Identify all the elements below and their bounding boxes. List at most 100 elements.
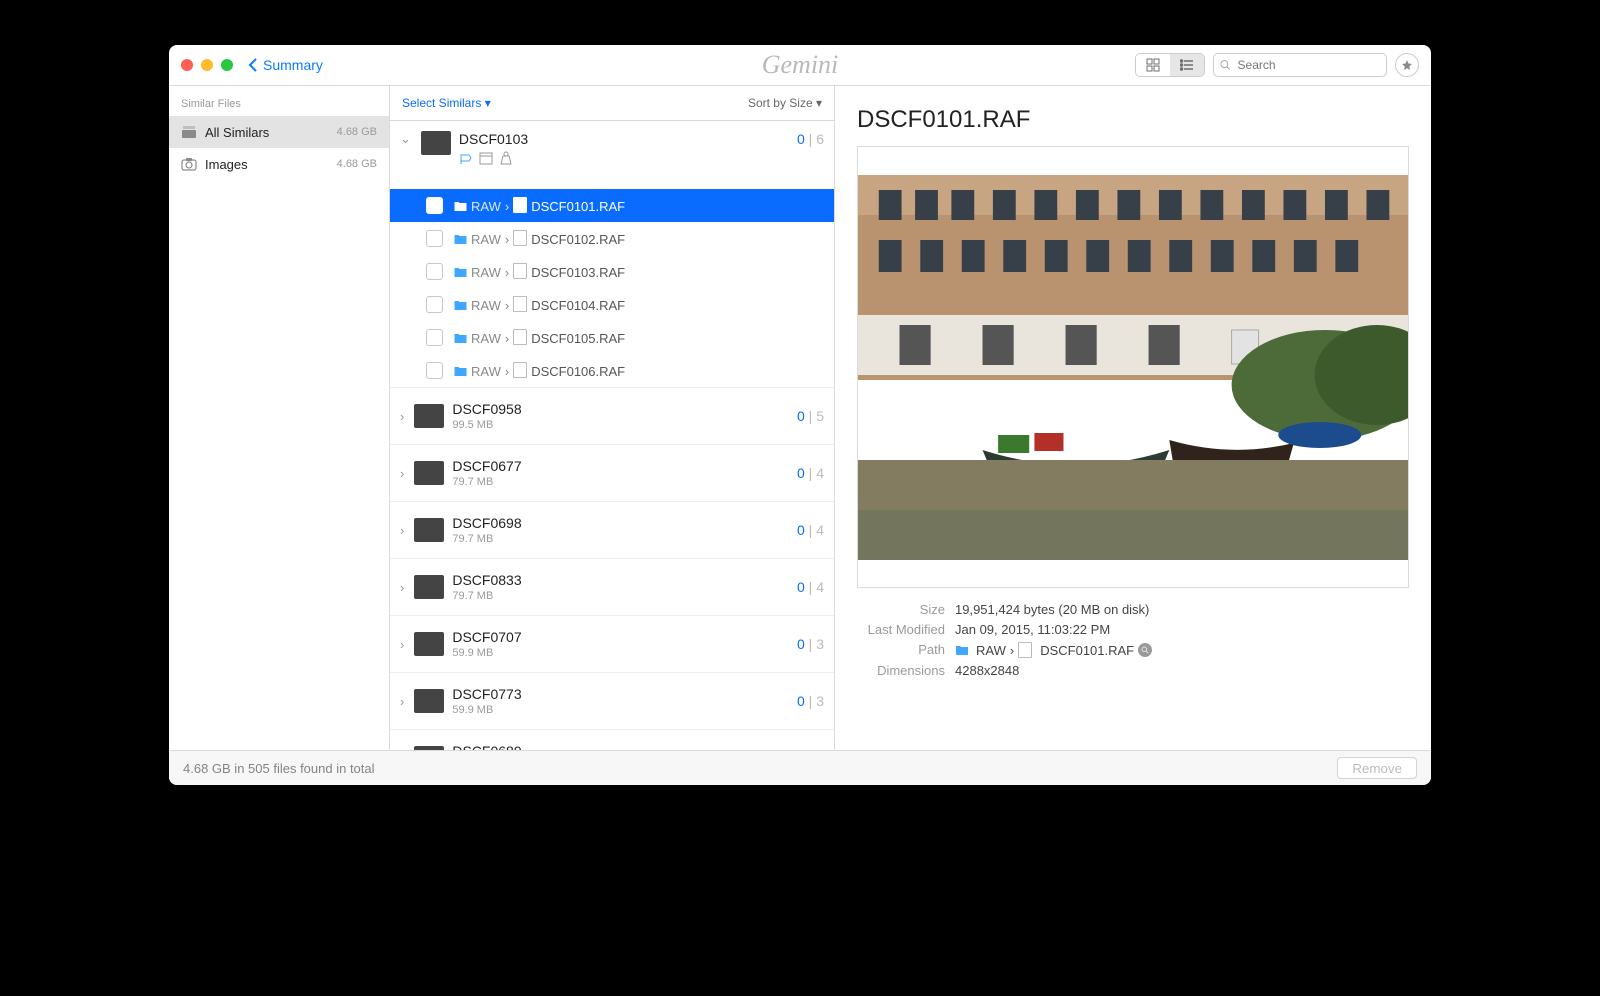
file-breadcrumb: RAW›DSCF0103.RAF xyxy=(471,263,625,280)
chevron-right-icon: › xyxy=(400,637,404,652)
star-icon xyxy=(1401,59,1413,71)
checkbox[interactable] xyxy=(426,362,443,379)
grid-view-button[interactable] xyxy=(1136,54,1170,76)
group-size: 99.5 MB xyxy=(452,419,521,431)
file-breadcrumb: RAW›DSCF0104.RAF xyxy=(471,296,625,313)
list-icon xyxy=(1180,58,1194,72)
checkbox[interactable] xyxy=(426,329,443,346)
group-header[interactable]: ⌄DSCF01030 | 6 xyxy=(390,121,834,189)
group-header[interactable]: ›DSCF070759.9 MB0 | 3 xyxy=(390,616,834,672)
reveal-in-finder-button[interactable] xyxy=(1138,643,1152,657)
meta-label-dimensions: Dimensions xyxy=(857,663,945,678)
file-icon xyxy=(513,296,527,312)
sidebar-header: Similar Files xyxy=(169,94,389,116)
sidebar: Similar Files All Similars 4.68 GB Image… xyxy=(169,86,390,750)
sidebar-item-label: All Similars xyxy=(205,125,269,140)
sidebar-item-images[interactable]: Images 4.68 GB xyxy=(169,148,389,180)
group-header[interactable]: › DSCF0773 59.9 MB 0 | 3 xyxy=(390,673,834,729)
checkbox[interactable] xyxy=(426,230,443,247)
chevron-right-icon: › xyxy=(400,694,404,709)
preview-panel: DSCF0101.RAF xyxy=(835,86,1431,750)
file-row[interactable]: RAW›DSCF0103.RAF xyxy=(390,255,834,288)
group-size: 79.7 MB xyxy=(452,533,521,545)
meta-value-path: RAW › DSCF0101.RAF xyxy=(955,642,1409,658)
file-row[interactable]: RAW›DSCF0104.RAF xyxy=(390,288,834,321)
group-name: DSCF0833 xyxy=(452,572,521,588)
status-text: 4.68 GB in 505 files found in total xyxy=(183,761,375,776)
file-row[interactable]: RAW›DSCF0105.RAF xyxy=(390,321,834,354)
group-size: 79.7 MB xyxy=(452,590,521,602)
sidebar-item-label: Images xyxy=(205,157,248,172)
file-icon xyxy=(513,362,527,378)
file-breadcrumb: RAW›DSCF0106.RAF xyxy=(471,362,625,379)
search-input[interactable] xyxy=(1236,57,1380,73)
meta-value-size: 19,951,424 bytes (20 MB on disk) xyxy=(955,602,1409,617)
main-body: Similar Files All Similars 4.68 GB Image… xyxy=(169,86,1431,750)
group: ›DSCF069879.7 MB0 | 4 xyxy=(390,502,834,559)
meta-label-size: Size xyxy=(857,602,945,617)
thumbnail xyxy=(414,461,444,485)
file-icon xyxy=(513,197,527,213)
group: › DSCF0773 59.9 MB 0 | 3 xyxy=(390,673,834,730)
file-row[interactable]: RAW›DSCF0101.RAF xyxy=(390,189,834,222)
thumbnail xyxy=(414,404,444,428)
file-name: DSCF0101.RAF xyxy=(531,199,625,214)
favorites-button[interactable] xyxy=(1395,53,1419,77)
group-list[interactable]: ⌄DSCF01030 | 6RAW›DSCF0101.RAF RAW›DSCF01… xyxy=(390,121,834,750)
sort-menu[interactable]: Sort by Size ▾ xyxy=(748,96,822,110)
back-button[interactable]: Summary xyxy=(247,57,323,73)
search-input-wrapper[interactable] xyxy=(1213,53,1387,77)
group-count: 0 | 4 xyxy=(797,579,824,595)
minimize-window-button[interactable] xyxy=(201,59,213,71)
group-header[interactable]: › DSCF0833 79.7 MB 0 | 4 xyxy=(390,559,834,615)
select-similars-menu[interactable]: Select Similars ▾ xyxy=(402,96,491,110)
group-header[interactable]: › DSCF0958 99.5 MB 0 | 5 xyxy=(390,388,834,444)
file-breadcrumb: RAW›DSCF0102.RAF xyxy=(471,230,625,247)
file-list-panel: Select Similars ▾ Sort by Size ▾ ⌄DSCF01… xyxy=(390,86,835,750)
file-icon xyxy=(513,329,527,345)
group-name: DSCF0677 xyxy=(452,458,521,474)
close-window-button[interactable] xyxy=(181,59,193,71)
file-name: DSCF0103.RAF xyxy=(531,265,625,280)
group: › DSCF0958 99.5 MB 0 | 5 xyxy=(390,388,834,445)
file-row[interactable]: RAW›DSCF0106.RAF xyxy=(390,354,834,387)
group-count: 0 | 4 xyxy=(797,522,824,538)
checkbox[interactable] xyxy=(426,296,443,313)
folder-icon xyxy=(453,200,468,212)
group-action-icons xyxy=(459,151,528,165)
file-name: DSCF0104.RAF xyxy=(531,298,625,313)
group-count: 0 | 3 xyxy=(797,693,824,709)
sign-icon[interactable] xyxy=(459,151,473,165)
group-name: DSCF0103 xyxy=(459,131,528,147)
group-header[interactable]: ›DSCF069879.7 MB0 | 4 xyxy=(390,502,834,558)
weight-icon[interactable] xyxy=(499,151,513,165)
group-count: 0 | 5 xyxy=(797,408,824,424)
group-size: 59.9 MB xyxy=(452,647,521,659)
folder-icon xyxy=(453,332,468,344)
file-name: DSCF0102.RAF xyxy=(531,232,625,247)
file-row[interactable]: RAW›DSCF0102.RAF xyxy=(390,222,834,255)
checkbox[interactable] xyxy=(426,263,443,280)
folder-icon xyxy=(453,365,468,377)
group-size: 59.9 MB xyxy=(452,704,521,716)
zoom-window-button[interactable] xyxy=(221,59,233,71)
group-name: DSCF0958 xyxy=(452,401,521,417)
group-header[interactable]: ›DSCF068959.9 MB0 | 3 xyxy=(390,730,834,750)
list-view-button[interactable] xyxy=(1170,54,1204,76)
folder-icon xyxy=(453,266,468,278)
chevron-right-icon: › xyxy=(400,523,404,538)
group-header[interactable]: ›DSCF067779.7 MB0 | 4 xyxy=(390,445,834,501)
checkbox[interactable] xyxy=(426,197,443,214)
group-count: 0 | 4 xyxy=(797,465,824,481)
chevron-right-icon: › xyxy=(400,580,404,595)
preview-image xyxy=(858,175,1408,560)
preview-title: DSCF0101.RAF xyxy=(857,106,1409,134)
traffic-lights xyxy=(181,59,233,71)
chevron-right-icon: › xyxy=(400,409,404,424)
meta-value-modified: Jan 09, 2015, 11:03:22 PM xyxy=(955,622,1409,637)
sidebar-item-all-similars[interactable]: All Similars 4.68 GB xyxy=(169,116,389,148)
remove-button[interactable]: Remove xyxy=(1337,757,1417,779)
group-name: DSCF0773 xyxy=(452,686,521,702)
calendar-icon[interactable] xyxy=(479,151,493,165)
thumbnail xyxy=(421,131,451,155)
